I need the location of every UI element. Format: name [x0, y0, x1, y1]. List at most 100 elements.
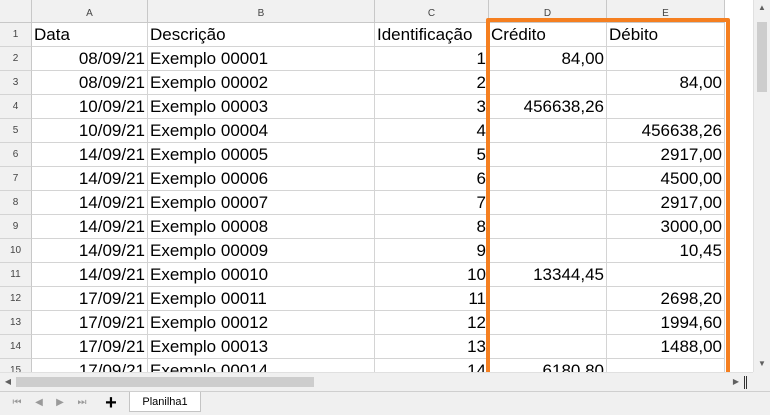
cell-a7[interactable]: 14/09/21 — [32, 167, 148, 191]
cell-d5[interactable] — [489, 119, 607, 143]
cell-c12[interactable]: 11 — [375, 287, 489, 311]
row-header-13[interactable]: 13 — [0, 311, 32, 335]
scroll-down-icon[interactable]: ▼ — [754, 356, 770, 372]
cell-d14[interactable] — [489, 335, 607, 359]
scroll-left-icon[interactable]: ◀ — [0, 374, 16, 390]
cell-a5[interactable]: 10/09/21 — [32, 119, 148, 143]
cell-c4[interactable]: 3 — [375, 95, 489, 119]
cell-a9[interactable]: 14/09/21 — [32, 215, 148, 239]
cell-d12[interactable] — [489, 287, 607, 311]
row-header-12[interactable]: 12 — [0, 287, 32, 311]
cell-e2[interactable] — [607, 47, 725, 71]
last-sheet-icon[interactable]: ⏭ — [75, 396, 89, 410]
cell-c6[interactable]: 5 — [375, 143, 489, 167]
cell-b6[interactable]: Exemplo 00005 — [148, 143, 375, 167]
select-all-corner[interactable] — [0, 0, 32, 23]
cell-d6[interactable] — [489, 143, 607, 167]
cell-a6[interactable]: 14/09/21 — [32, 143, 148, 167]
cell-a3[interactable]: 08/09/21 — [32, 71, 148, 95]
cell-e11[interactable] — [607, 263, 725, 287]
horizontal-scroll-thumb[interactable] — [16, 377, 314, 387]
scroll-right-icon[interactable]: ▶ — [728, 374, 744, 390]
cell-d15[interactable]: 6180,80 — [489, 359, 607, 372]
row-header-4[interactable]: 4 — [0, 95, 32, 119]
cell-c15[interactable]: 14 — [375, 359, 489, 372]
cell-c13[interactable]: 12 — [375, 311, 489, 335]
cell-d7[interactable] — [489, 167, 607, 191]
column-header-e[interactable]: E — [607, 0, 725, 23]
cell-a8[interactable]: 14/09/21 — [32, 191, 148, 215]
cell-c1[interactable]: Identificação — [375, 23, 489, 47]
cell-c3[interactable]: 2 — [375, 71, 489, 95]
row-header-15[interactable]: 15 — [0, 359, 32, 372]
cell-b5[interactable]: Exemplo 00004 — [148, 119, 375, 143]
cell-e9[interactable]: 3000,00 — [607, 215, 725, 239]
cell-d8[interactable] — [489, 191, 607, 215]
cell-e6[interactable]: 2917,00 — [607, 143, 725, 167]
cell-b1[interactable]: Descrição — [148, 23, 375, 47]
cell-c5[interactable]: 4 — [375, 119, 489, 143]
row-header-5[interactable]: 5 — [0, 119, 32, 143]
cell-a10[interactable]: 14/09/21 — [32, 239, 148, 263]
cell-grid[interactable]: A B C D E 1 Data Descrição Identificação Crédito D… — [0, 0, 753, 372]
row-header-1[interactable]: 1 — [0, 23, 32, 47]
cell-b13[interactable]: Exemplo 00012 — [148, 311, 375, 335]
row-header-9[interactable]: 9 — [0, 215, 32, 239]
row-header-11[interactable]: 11 — [0, 263, 32, 287]
cell-d9[interactable] — [489, 215, 607, 239]
cell-e7[interactable]: 4500,00 — [607, 167, 725, 191]
row-header-6[interactable]: 6 — [0, 143, 32, 167]
cell-b3[interactable]: Exemplo 00002 — [148, 71, 375, 95]
row-header-2[interactable]: 2 — [0, 47, 32, 71]
add-sheet-icon[interactable]: + — [101, 393, 121, 413]
cell-e4[interactable] — [607, 95, 725, 119]
next-sheet-icon[interactable]: ▶ — [53, 396, 67, 410]
cell-c2[interactable]: 1 — [375, 47, 489, 71]
cell-c11[interactable]: 10 — [375, 263, 489, 287]
vertical-scroll-thumb[interactable] — [757, 22, 767, 92]
cell-d1[interactable]: Crédito — [489, 23, 607, 47]
cell-b11[interactable]: Exemplo 00010 — [148, 263, 375, 287]
cell-c9[interactable]: 8 — [375, 215, 489, 239]
cell-a12[interactable]: 17/09/21 — [32, 287, 148, 311]
cell-a15[interactable]: 17/09/21 — [32, 359, 148, 372]
cell-a2[interactable]: 08/09/21 — [32, 47, 148, 71]
scroll-up-icon[interactable]: ▲ — [754, 0, 770, 16]
column-header-c[interactable]: C — [375, 0, 489, 23]
cell-d2[interactable]: 84,00 — [489, 47, 607, 71]
cell-e15[interactable] — [607, 359, 725, 372]
cell-b4[interactable]: Exemplo 00003 — [148, 95, 375, 119]
cell-b10[interactable]: Exemplo 00009 — [148, 239, 375, 263]
cell-e5[interactable]: 456638,26 — [607, 119, 725, 143]
cell-e14[interactable]: 1488,00 — [607, 335, 725, 359]
cell-d10[interactable] — [489, 239, 607, 263]
sheet-tab-planilha1[interactable]: Planilha1 — [129, 392, 201, 412]
cell-d13[interactable] — [489, 311, 607, 335]
cell-d3[interactable] — [489, 71, 607, 95]
cell-e10[interactable]: 10,45 — [607, 239, 725, 263]
cell-b7[interactable]: Exemplo 00006 — [148, 167, 375, 191]
cell-d11[interactable]: 13344,45 — [489, 263, 607, 287]
cell-b2[interactable]: Exemplo 00001 — [148, 47, 375, 71]
row-header-7[interactable]: 7 — [0, 167, 32, 191]
cell-e8[interactable]: 2917,00 — [607, 191, 725, 215]
cell-b15[interactable]: Exemplo 00014 — [148, 359, 375, 372]
cell-a14[interactable]: 17/09/21 — [32, 335, 148, 359]
cell-d4[interactable]: 456638,26 — [489, 95, 607, 119]
column-header-b[interactable]: B — [148, 0, 375, 23]
cell-c7[interactable]: 6 — [375, 167, 489, 191]
cell-e1[interactable]: Débito — [607, 23, 725, 47]
horizontal-scrollbar[interactable]: ◀ ▶ — [0, 372, 753, 391]
vertical-scrollbar[interactable]: ▲ ▼ — [753, 0, 770, 372]
split-handle[interactable] — [744, 376, 747, 389]
cell-c10[interactable]: 9 — [375, 239, 489, 263]
cell-b14[interactable]: Exemplo 00013 — [148, 335, 375, 359]
cell-b8[interactable]: Exemplo 00007 — [148, 191, 375, 215]
row-header-3[interactable]: 3 — [0, 71, 32, 95]
row-header-8[interactable]: 8 — [0, 191, 32, 215]
column-header-d[interactable]: D — [489, 0, 607, 23]
column-header-a[interactable]: A — [32, 0, 148, 23]
row-header-10[interactable]: 10 — [0, 239, 32, 263]
first-sheet-icon[interactable]: ⏮ — [10, 396, 24, 410]
prev-sheet-icon[interactable]: ◀ — [32, 396, 46, 410]
